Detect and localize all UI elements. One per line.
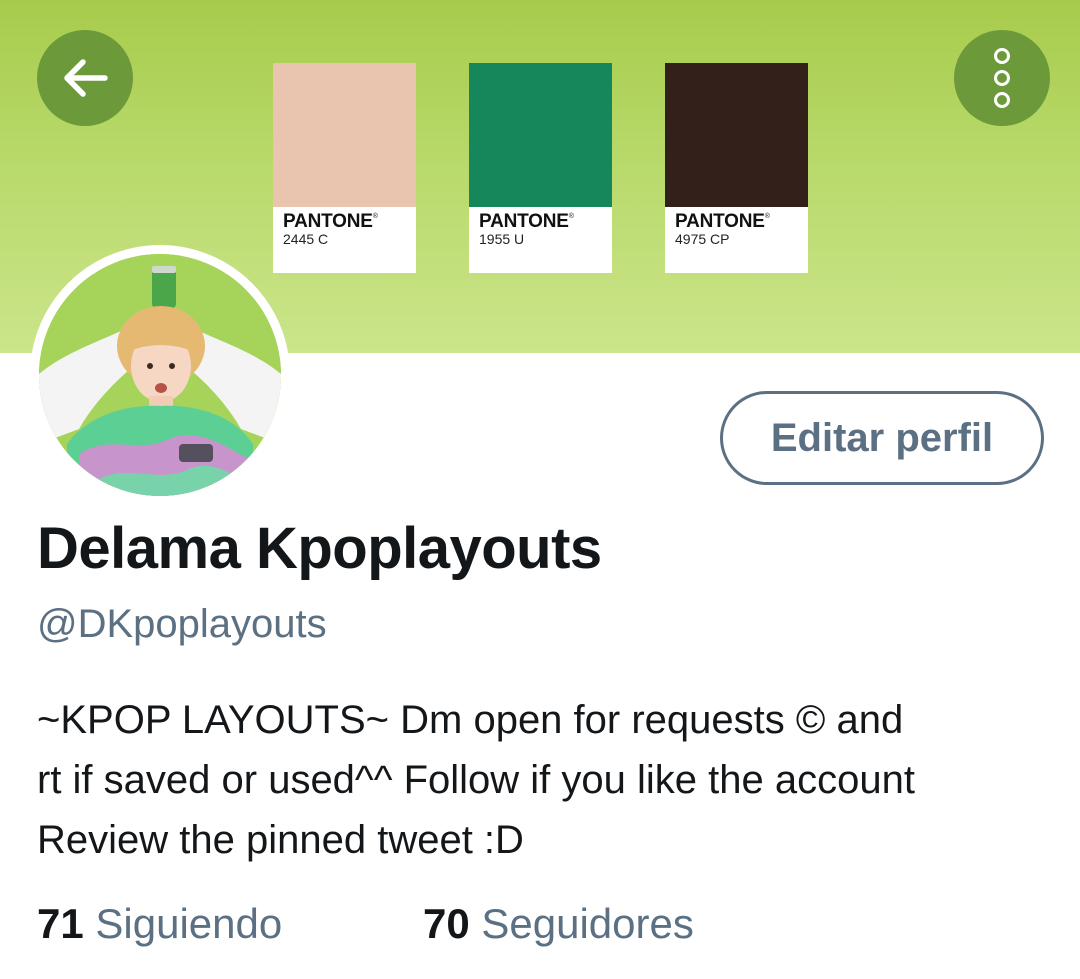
pantone-swatch: PANTONE® 4975 CP (665, 63, 808, 273)
back-button[interactable] (37, 30, 133, 126)
swatch-color (665, 63, 808, 207)
username-handle: @DKpoplayouts (37, 602, 327, 646)
swatch-brand: PANTONE (283, 211, 373, 232)
more-vertical-icon (994, 48, 1010, 108)
edit-profile-button[interactable]: Editar perfil (720, 391, 1044, 485)
bio-line: ~KPOP LAYOUTS~ Dm open for requests © an… (37, 698, 904, 742)
pantone-swatch: PANTONE® 2445 C (273, 63, 416, 273)
swatch-color (273, 63, 416, 207)
bio-line: Review the pinned tweet :D (37, 818, 524, 862)
followers-label: Seguidores (481, 900, 694, 947)
following-link[interactable]: 71 Siguiendo (37, 900, 282, 948)
swatch-brand: PANTONE (479, 211, 569, 232)
swatch-brand: PANTONE (675, 211, 765, 232)
followers-count: 70 (423, 900, 470, 947)
following-label: Siguiendo (95, 900, 283, 947)
pantone-swatch: PANTONE® 1955 U (469, 63, 612, 273)
profile-bio: ~KPOP LAYOUTS~ Dm open for requests © an… (37, 690, 1057, 870)
swatch-code: 2445 C (283, 231, 329, 247)
avatar[interactable] (39, 254, 281, 496)
profile-screen: PANTONE® 2445 C PANTONE® 1955 U PANTONE®… (0, 0, 1080, 979)
followers-link[interactable]: 70 Seguidores (423, 900, 694, 948)
swatch-code: 1955 U (479, 231, 525, 247)
display-name: Delama Kpoplayouts (37, 516, 602, 581)
swatch-code: 4975 CP (675, 231, 730, 247)
arrow-left-icon (64, 59, 108, 97)
following-count: 71 (37, 900, 84, 947)
swatch-color (469, 63, 612, 207)
bio-line: rt if saved or used^^ Follow if you like… (37, 758, 915, 802)
profile-avatar-icon (39, 254, 281, 496)
more-options-button[interactable] (954, 30, 1050, 126)
